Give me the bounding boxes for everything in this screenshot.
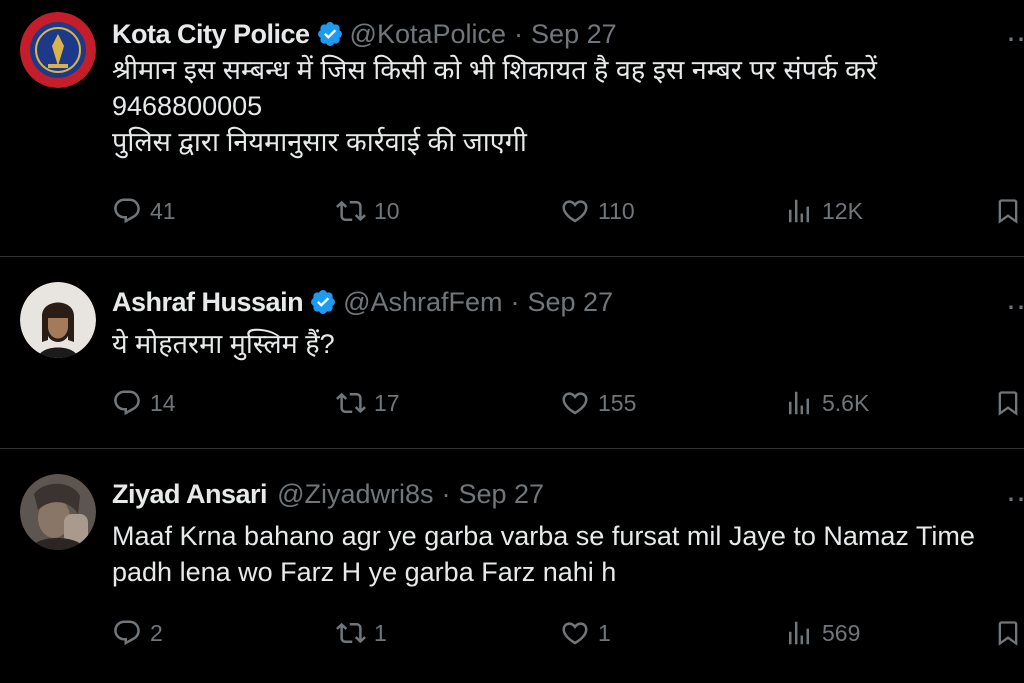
like-icon [562, 200, 588, 223]
avatar[interactable] [20, 12, 96, 88]
action-bar: 14 17 155 5.6K [0, 388, 1024, 424]
author-name[interactable]: Kota City Police [112, 19, 310, 50]
reply-button[interactable]: 41 [112, 196, 176, 226]
action-bar: 2 1 1 569 [0, 618, 1024, 654]
tweet-text-line: पुलिस द्वारा नियमानुसार कार्रवाई की जाएग… [112, 127, 527, 157]
repost-button[interactable]: 1 [336, 618, 387, 648]
like-count: 155 [598, 389, 637, 416]
tweet-text-line: श्रीमान इस सम्बन्ध में जिस किसी को भी शि… [112, 55, 877, 85]
reply-count: 14 [150, 389, 176, 416]
like-count: 1 [598, 619, 611, 646]
like-button[interactable]: 110 [560, 196, 635, 226]
views-count: 12K [822, 197, 863, 224]
police-emblem-icon [20, 12, 96, 88]
avatar[interactable] [20, 282, 96, 358]
reply-count: 41 [150, 197, 176, 224]
tweet-text-line: ये मोहतरमा मुस्लिम हैं? [112, 329, 335, 359]
bookmark-button[interactable] [994, 618, 1024, 648]
like-icon [562, 622, 588, 645]
tweet-date[interactable]: Sep 27 [459, 479, 545, 510]
tweet-text-line: 9468800005 [112, 91, 263, 121]
tweet[interactable]: Ashraf Hussain @AshrafFem · Sep 27 ⋯ ये … [0, 256, 1024, 449]
tweet[interactable]: Kota City Police @KotaPolice · Sep 27 ⋯ … [0, 0, 1024, 257]
action-bar: 41 10 110 12K [0, 196, 1024, 232]
verified-badge-icon [311, 290, 336, 314]
views-icon [789, 199, 809, 223]
bookmark-button[interactable] [994, 196, 1024, 226]
tweet-text: ये मोहतरमा मुस्लिम हैं? [112, 326, 1024, 362]
reply-icon [114, 390, 140, 416]
reply-icon [114, 198, 140, 224]
views-button[interactable]: 569 [784, 618, 860, 648]
reply-button[interactable]: 14 [112, 388, 176, 418]
bookmark-button[interactable] [994, 388, 1024, 418]
tweet-text: श्रीमान इस सम्बन्ध में जिस किसी को भी शि… [112, 52, 1024, 160]
views-icon [789, 391, 809, 415]
author-handle[interactable]: @KotaPolice [350, 19, 507, 50]
like-count: 110 [598, 197, 635, 224]
more-icon[interactable]: ⋯ [1006, 482, 1024, 517]
bookmark-icon [998, 621, 1018, 646]
bookmark-icon [998, 199, 1018, 224]
views-count: 5.6K [822, 389, 870, 416]
author-handle[interactable]: @AshrafFem [343, 287, 502, 318]
reply-icon [114, 620, 140, 646]
repost-button[interactable]: 17 [336, 388, 400, 418]
tweet[interactable]: Ziyad Ansari @Ziyadwri8s · Sep 27 ⋯ Maaf… [0, 448, 1024, 683]
views-button[interactable]: 12K [784, 196, 863, 226]
separator: · [510, 286, 520, 317]
repost-icon [336, 622, 366, 644]
views-count: 569 [822, 619, 861, 646]
tweet-header: Ziyad Ansari @Ziyadwri8s · Sep 27 [112, 474, 544, 514]
more-icon[interactable]: ⋯ [1006, 290, 1024, 325]
repost-button[interactable]: 10 [336, 196, 400, 226]
tweet-text-line: padh lena wo Farz H ye garba Farz nahi h [112, 557, 617, 587]
repost-count: 1 [374, 619, 387, 646]
repost-icon [336, 200, 366, 222]
like-icon [562, 392, 588, 415]
tweet-text: Maaf Krna bahano agr ye garba varba se f… [112, 518, 1024, 590]
tweet-date[interactable]: Sep 27 [531, 19, 617, 50]
views-icon [789, 621, 809, 645]
author-name[interactable]: Ziyad Ansari [112, 479, 268, 510]
author-handle[interactable]: @Ziyadwri8s [277, 479, 433, 510]
repost-count: 17 [374, 389, 400, 416]
avatar[interactable] [20, 474, 96, 550]
tweet-date[interactable]: Sep 27 [528, 287, 614, 318]
tweet-text-line: Maaf Krna bahano agr ye garba varba se f… [112, 521, 975, 551]
reply-button[interactable]: 2 [112, 618, 163, 648]
verified-badge-icon [317, 22, 342, 46]
tweet-header: Kota City Police @KotaPolice · Sep 27 [112, 14, 617, 54]
views-button[interactable]: 5.6K [784, 388, 869, 418]
reply-count: 2 [150, 619, 163, 646]
tweet-header: Ashraf Hussain @AshrafFem · Sep 27 [112, 282, 613, 322]
user-avatar [20, 282, 96, 358]
repost-icon [336, 392, 366, 414]
separator: · [514, 18, 524, 49]
like-button[interactable]: 1 [560, 618, 611, 648]
user-avatar [20, 474, 96, 550]
repost-count: 10 [374, 197, 400, 224]
bookmark-icon [998, 391, 1018, 416]
separator: · [441, 478, 451, 509]
author-name[interactable]: Ashraf Hussain [112, 287, 304, 318]
like-button[interactable]: 155 [560, 388, 636, 418]
